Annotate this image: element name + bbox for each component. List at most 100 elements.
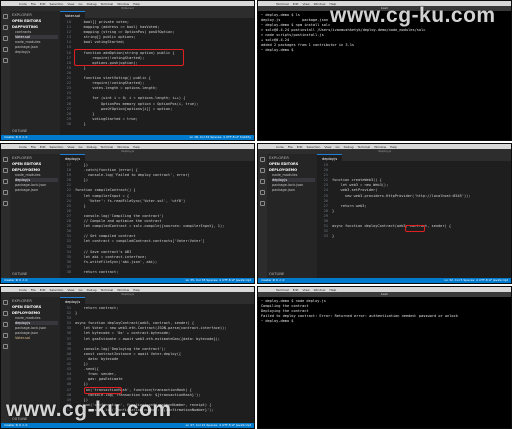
menu-item-help[interactable]: Help (133, 145, 140, 149)
menu-item-selection[interactable]: Selection (50, 145, 64, 149)
file-item-active[interactable]: Voter.sol (15, 35, 58, 39)
project-section[interactable]: DEPLOY-DEMO (12, 311, 58, 315)
files-icon[interactable] (3, 14, 8, 19)
menu-item-debug[interactable]: Debug (87, 2, 97, 6)
file-item[interactable]: package.json (15, 331, 58, 335)
status-right[interactable]: Ln 35, Col 33 Spaces: 4 UTF-8 LF JavaScr… (186, 278, 251, 283)
menu-item-edit[interactable]: Edit (297, 145, 303, 149)
menu-item-debug[interactable]: Debug (87, 288, 97, 292)
files-icon[interactable] (3, 157, 8, 162)
code-view[interactable]: 31 return contract; 32} 33 34 async function… (60, 304, 254, 413)
editor-area[interactable]: deploy.js 17 }) 18 .catch(function (error… (60, 154, 254, 278)
source-control-icon[interactable] (3, 322, 8, 327)
file-item-active[interactable]: deploy.js (15, 178, 58, 182)
menu-item-terminal[interactable]: Terminal (101, 2, 114, 6)
menu-item-help[interactable]: Help (133, 288, 140, 292)
menu-item-selection[interactable]: Selection (50, 2, 64, 6)
menu-item-terminal[interactable]: Terminal (276, 2, 289, 6)
menu-item-edit[interactable]: Edit (40, 288, 46, 292)
open-editors-section[interactable]: OPEN EDITORS (269, 162, 315, 166)
menu-item-code[interactable]: Code (276, 145, 284, 149)
status-right[interactable]: Ln 18, Col 32 Spaces: 4 UTF-8 LF Solidit… (190, 135, 251, 140)
outline-section[interactable]: OUTLINE (12, 129, 27, 133)
menu-item-window[interactable]: Window (374, 145, 386, 149)
menu-item-go[interactable]: Go (78, 145, 82, 149)
status-right[interactable]: Ln 32, Col 5 Spaces: 4 UTF-8 LF JavaScri… (445, 278, 508, 283)
menu-item-window[interactable]: Window (117, 288, 129, 292)
debug-icon[interactable] (3, 333, 8, 338)
menu-item-window[interactable]: Window (314, 288, 326, 292)
menu-item-view[interactable]: View (67, 145, 74, 149)
debug-icon[interactable] (3, 47, 8, 52)
menu-item-file[interactable]: File (31, 288, 36, 292)
menu-item-edit[interactable]: Edit (293, 288, 299, 292)
menu-item-code[interactable]: Code (19, 2, 27, 6)
file-item[interactable]: deploy.js (15, 50, 58, 54)
editor-tab[interactable]: deploy.js (317, 154, 343, 161)
status-left[interactable]: master ⊗ 0 ⚠ 0 (4, 423, 27, 428)
menu-item-help[interactable]: Help (133, 2, 140, 6)
debug-icon[interactable] (260, 190, 265, 195)
editor-tab[interactable]: deploy.js (60, 154, 86, 161)
file-item[interactable]: package-lock.json (272, 183, 315, 187)
extensions-icon[interactable] (3, 201, 8, 206)
menu-item-go[interactable]: Go (335, 145, 339, 149)
menu-item-file[interactable]: File (31, 2, 36, 6)
menu-item-code[interactable]: Code (19, 288, 27, 292)
editor-area[interactable]: deploy.js 19 20 21 22 function createWeb3() … (317, 154, 511, 278)
code-view[interactable]: 17 }) 18 .catch(function (error) {19 cons… (60, 161, 254, 275)
menu-item-go[interactable]: Go (78, 2, 82, 6)
terminal-output[interactable]: ~ deploy-demo $ ls deploy.js package.json… (258, 11, 511, 140)
source-control-icon[interactable] (260, 179, 265, 184)
file-item-active[interactable]: deploy.js (272, 178, 315, 182)
menu-item-help[interactable]: Help (390, 145, 397, 149)
code-line[interactable]: 30 } (60, 122, 254, 127)
file-item[interactable]: package.json (15, 188, 58, 192)
source-control-icon[interactable] (3, 179, 8, 184)
menu-item-terminal[interactable]: Terminal (101, 288, 114, 292)
extensions-icon[interactable] (260, 201, 265, 206)
menu-item-file[interactable]: File (31, 145, 36, 149)
editor-tab[interactable]: Voter.sol (60, 11, 85, 18)
open-editors-section[interactable]: OPEN EDITORS (12, 162, 58, 166)
code-view[interactable]: 10 bool[] private votes; 11 mapping (addr… (60, 18, 254, 127)
file-item[interactable]: node_modules (15, 316, 58, 320)
search-icon[interactable] (260, 168, 265, 173)
file-item[interactable]: node_modules (272, 173, 315, 177)
status-right[interactable]: Ln 47, Col 21 Spaces: 4 UTF-8 LF JavaScr… (186, 423, 251, 428)
search-icon[interactable] (3, 25, 8, 30)
file-item-modified[interactable]: Voter.sol (15, 336, 58, 340)
menu-item-view[interactable]: View (67, 288, 74, 292)
status-left[interactable]: master ⊗ 0 ⚠ 0 (4, 135, 27, 140)
menu-item-terminal[interactable]: Terminal (276, 288, 289, 292)
outline-section[interactable]: OUTLINE (269, 272, 284, 276)
menu-item-view[interactable]: View (303, 288, 310, 292)
code-line[interactable]: 38 return contract; (60, 270, 254, 275)
file-item-active[interactable]: deploy.js (15, 321, 58, 325)
menu-item-code[interactable]: Code (19, 145, 27, 149)
menu-item-view[interactable]: View (67, 2, 74, 6)
outline-section[interactable]: OUTLINE (12, 272, 27, 276)
file-item[interactable]: package.json (272, 188, 315, 192)
open-editors-section[interactable]: OPEN EDITORS (12, 305, 58, 309)
menu-item-edit[interactable]: Edit (40, 145, 46, 149)
editor-tab[interactable]: deploy.js (60, 297, 86, 304)
menu-item-terminal[interactable]: Terminal (358, 145, 371, 149)
menu-item-window[interactable]: Window (117, 2, 129, 6)
file-item[interactable]: node_modules (15, 173, 58, 177)
menu-item-view[interactable]: View (303, 2, 310, 6)
source-control-icon[interactable] (3, 36, 8, 41)
menu-item-edit[interactable]: Edit (293, 2, 299, 6)
open-editors-section[interactable]: OPEN EDITORS (12, 19, 58, 23)
menu-item-help[interactable]: Help (329, 288, 336, 292)
files-icon[interactable] (3, 300, 8, 305)
menu-item-selection[interactable]: Selection (50, 288, 64, 292)
file-item[interactable]: package-lock.json (15, 326, 58, 330)
search-icon[interactable] (3, 168, 8, 173)
menu-item-window[interactable]: Window (314, 2, 326, 6)
status-left[interactable]: master ⊗ 0 ⚠ 0 (261, 278, 284, 283)
extensions-icon[interactable] (3, 344, 8, 349)
menu-item-debug[interactable]: Debug (344, 145, 354, 149)
project-section[interactable]: DEPLOY-DEMO (269, 168, 315, 172)
file-item[interactable]: contracts (15, 30, 58, 34)
